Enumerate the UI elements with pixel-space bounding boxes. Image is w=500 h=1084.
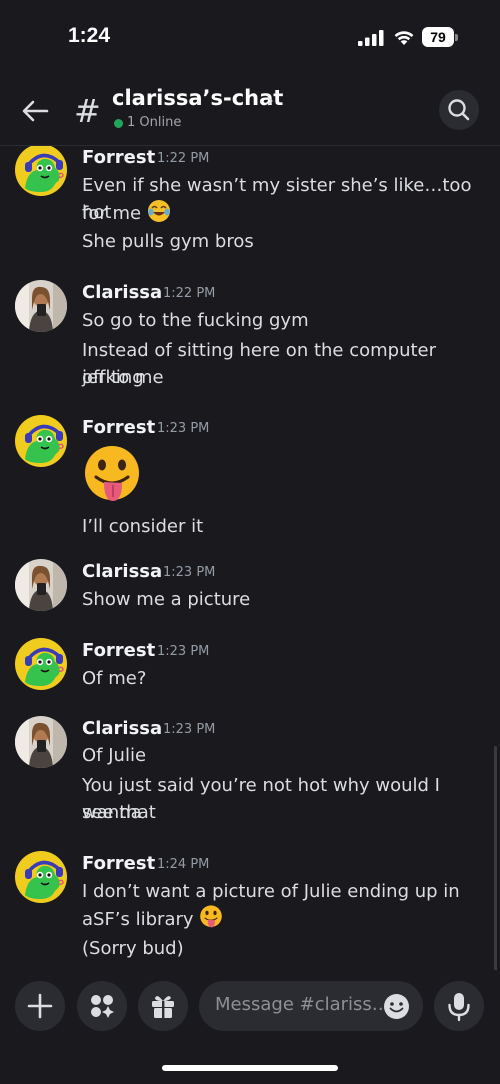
message-text: She pulls gym bros bbox=[82, 231, 254, 252]
message-text: So go to the fucking gym bbox=[82, 310, 309, 331]
search-button[interactable] bbox=[439, 90, 479, 130]
back-arrow-icon[interactable] bbox=[20, 96, 50, 126]
message-timestamp: 1:24 PM bbox=[157, 857, 210, 872]
status-time: 1:24 bbox=[68, 24, 111, 47]
message-timestamp: 1:23 PM bbox=[163, 722, 216, 737]
message-text: off to me bbox=[82, 367, 164, 388]
message-text: I don’t want a picture of Julie ending u… bbox=[82, 881, 460, 902]
message-input[interactable]: Message #clariss… bbox=[199, 981, 423, 1031]
online-dot-icon bbox=[114, 119, 123, 128]
add-attachment-button[interactable] bbox=[15, 981, 65, 1031]
message-timestamp: 1:22 PM bbox=[163, 286, 216, 301]
plus-icon bbox=[27, 993, 53, 1019]
message-author[interactable]: Forrest bbox=[82, 147, 155, 168]
gift-button[interactable] bbox=[138, 981, 188, 1031]
voice-message-button[interactable] bbox=[434, 981, 484, 1031]
joy-emoji-icon bbox=[147, 199, 171, 231]
composer-bar: Message #clariss… bbox=[0, 970, 500, 1084]
message-timestamp: 1:23 PM bbox=[163, 565, 216, 580]
battery-level: 79 bbox=[422, 27, 454, 47]
avatar[interactable] bbox=[15, 146, 67, 196]
message-text: Show me a picture bbox=[82, 589, 251, 610]
clarissa-avatar-image bbox=[15, 716, 67, 768]
message-author[interactable]: Clarissa bbox=[82, 282, 162, 303]
status-bar: 1:24 79 bbox=[0, 0, 500, 70]
avatar[interactable] bbox=[15, 851, 67, 903]
forrest-avatar-image bbox=[15, 851, 67, 903]
message-timestamp: 1:22 PM bbox=[157, 151, 210, 166]
battery-indicator: 79 bbox=[422, 27, 458, 47]
message-input-placeholder: Message #clariss… bbox=[215, 994, 385, 1015]
apps-icon bbox=[91, 995, 114, 1018]
clarissa-avatar-image bbox=[15, 280, 67, 332]
microphone-icon bbox=[448, 993, 470, 1022]
message-text: for me bbox=[82, 199, 487, 231]
message-author[interactable]: Forrest bbox=[82, 640, 155, 661]
tongue-emoji-icon bbox=[199, 905, 223, 937]
avatar[interactable] bbox=[15, 280, 67, 332]
avatar[interactable] bbox=[15, 415, 67, 467]
cellular-signal-icon bbox=[358, 30, 384, 46]
message-timestamp: 1:23 PM bbox=[157, 644, 210, 659]
scrollbar[interactable] bbox=[494, 746, 497, 970]
message-text: Of Julie bbox=[82, 745, 147, 766]
chevron-right-icon[interactable]: › bbox=[266, 88, 274, 112]
message-text: (Sorry bud) bbox=[82, 938, 184, 959]
avatar[interactable] bbox=[15, 559, 67, 611]
channel-hash-icon: # bbox=[74, 92, 101, 130]
gift-icon bbox=[152, 996, 174, 1018]
message-author[interactable]: Forrest bbox=[82, 417, 155, 438]
message-author[interactable]: Forrest bbox=[82, 853, 155, 874]
message-timestamp: 1:23 PM bbox=[157, 421, 210, 436]
online-status: 1 Online bbox=[127, 115, 182, 130]
message-text: I’ll consider it bbox=[82, 516, 204, 537]
tongue-emoji-icon bbox=[85, 446, 139, 501]
channel-name[interactable]: clarissa’s-chat bbox=[112, 86, 283, 110]
message-author[interactable]: Clarissa bbox=[82, 718, 162, 739]
message-text: aSF’s library bbox=[82, 905, 487, 937]
message-author[interactable]: Clarissa bbox=[82, 561, 162, 582]
forrest-avatar-image bbox=[15, 638, 67, 690]
forrest-avatar-image bbox=[15, 146, 67, 196]
avatar[interactable] bbox=[15, 638, 67, 690]
clarissa-avatar-image bbox=[15, 559, 67, 611]
home-indicator[interactable] bbox=[162, 1065, 338, 1071]
emoji-icon[interactable] bbox=[383, 993, 410, 1020]
search-icon bbox=[448, 99, 470, 121]
wifi-icon bbox=[394, 31, 414, 45]
message-text: see that bbox=[82, 802, 156, 823]
apps-button[interactable] bbox=[77, 981, 127, 1031]
forrest-avatar-image bbox=[15, 415, 67, 467]
message-text: Of me? bbox=[82, 668, 147, 689]
message-list[interactable]: Forrest 1:22 PM Even if she wasn’t my si… bbox=[0, 146, 500, 970]
channel-header: # clarissa’s-chat › 1 Online bbox=[0, 70, 500, 146]
avatar[interactable] bbox=[15, 716, 67, 768]
